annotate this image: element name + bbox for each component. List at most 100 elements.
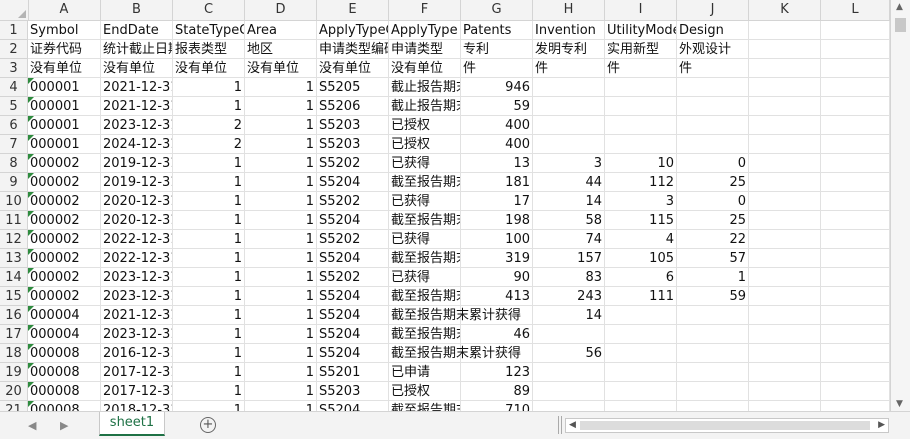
cell-f11[interactable]: 截至报告期末累计获得	[389, 211, 461, 230]
cell-c21[interactable]: 1	[173, 401, 245, 411]
cell-h19[interactable]	[533, 363, 605, 382]
cell-j6[interactable]	[677, 116, 749, 135]
row-header[interactable]: 19	[0, 363, 28, 382]
cell-l7[interactable]	[821, 135, 890, 154]
column-header-j[interactable]: J	[677, 0, 749, 20]
cell-h1[interactable]: Invention	[533, 21, 605, 40]
row-header[interactable]: 2	[0, 40, 28, 59]
cell-g6[interactable]: 400	[461, 116, 533, 135]
cell-i7[interactable]	[605, 135, 677, 154]
spreadsheet-grid[interactable]: ABCDEFGHIJKL 1 2 3 4 5 6 7 8 9 10 11 12 13 14 15 16 17 18…	[0, 0, 890, 411]
cell-j10[interactable]: 0	[677, 192, 749, 211]
cell-l14[interactable]	[821, 268, 890, 287]
cell-e9[interactable]: S5204	[317, 173, 389, 192]
cell-f18[interactable]: 截至报告期末累计获得	[389, 344, 521, 363]
cell-a21[interactable]: 000008	[28, 401, 101, 411]
cell-j20[interactable]	[677, 382, 749, 401]
cell-k10[interactable]	[749, 192, 821, 211]
cell-h8[interactable]: 3	[533, 154, 605, 173]
cell-h11[interactable]: 58	[533, 211, 605, 230]
cell-i12[interactable]: 4	[605, 230, 677, 249]
row-header[interactable]: 11	[0, 211, 28, 230]
cell-b12[interactable]: 2022-12-31	[101, 230, 173, 249]
cell-g7[interactable]: 400	[461, 135, 533, 154]
cell-j16[interactable]	[677, 306, 749, 325]
cell-j17[interactable]	[677, 325, 749, 344]
cell-c8[interactable]: 1	[173, 154, 245, 173]
cell-h6[interactable]	[533, 116, 605, 135]
cell-g4[interactable]: 946	[461, 78, 533, 97]
cell-a3[interactable]: 没有单位	[28, 59, 101, 78]
cell-c4[interactable]: 1	[173, 78, 245, 97]
cell-f14[interactable]: 已获得	[389, 268, 461, 287]
cell-k13[interactable]	[749, 249, 821, 268]
cell-e13[interactable]: S5204	[317, 249, 389, 268]
row-header[interactable]: 13	[0, 249, 28, 268]
cell-c17[interactable]: 1	[173, 325, 245, 344]
cell-h13[interactable]: 157	[533, 249, 605, 268]
cell-i10[interactable]: 3	[605, 192, 677, 211]
cell-e15[interactable]: S5204	[317, 287, 389, 306]
cell-d4[interactable]: 1	[245, 78, 317, 97]
horizontal-scroll-thumb[interactable]	[580, 421, 870, 430]
cell-e1[interactable]: ApplyTypeCode	[317, 21, 389, 40]
cell-k16[interactable]	[749, 306, 821, 325]
cell-l16[interactable]	[821, 306, 890, 325]
cell-j9[interactable]: 25	[677, 173, 749, 192]
cell-j4[interactable]	[677, 78, 749, 97]
cell-d5[interactable]: 1	[245, 97, 317, 116]
cell-d10[interactable]: 1	[245, 192, 317, 211]
cell-d16[interactable]: 1	[245, 306, 317, 325]
column-header-a[interactable]: A	[28, 0, 101, 20]
cell-g21[interactable]: 710	[461, 401, 533, 411]
cell-i18[interactable]	[605, 344, 677, 363]
cell-e18[interactable]: S5204	[317, 344, 389, 363]
cell-f20[interactable]: 已授权	[389, 382, 461, 401]
cell-a12[interactable]: 000002	[28, 230, 101, 249]
cell-a17[interactable]: 000004	[28, 325, 101, 344]
cell-f10[interactable]: 已获得	[389, 192, 461, 211]
cell-f5[interactable]: 截止报告期末累计获得	[389, 97, 461, 116]
row-header[interactable]: 10	[0, 192, 28, 211]
cell-f8[interactable]: 已获得	[389, 154, 461, 173]
cell-b5[interactable]: 2021-12-31	[101, 97, 173, 116]
cell-l15[interactable]	[821, 287, 890, 306]
cell-l5[interactable]	[821, 97, 890, 116]
row-header[interactable]: 16	[0, 306, 28, 325]
cell-f3[interactable]: 没有单位	[389, 59, 461, 78]
next-sheet-icon[interactable]: ▶	[60, 419, 68, 432]
cell-e16[interactable]: S5204	[317, 306, 389, 325]
cell-k11[interactable]	[749, 211, 821, 230]
column-header-i[interactable]: I	[605, 0, 677, 20]
cell-d15[interactable]: 1	[245, 287, 317, 306]
column-header-g[interactable]: G	[461, 0, 533, 20]
cell-i3[interactable]: 件	[605, 59, 677, 78]
cell-j21[interactable]	[677, 401, 749, 411]
cell-i5[interactable]	[605, 97, 677, 116]
row-header[interactable]: 8	[0, 154, 28, 173]
cell-k1[interactable]	[749, 21, 821, 40]
row-header[interactable]: 5	[0, 97, 28, 116]
cell-d12[interactable]: 1	[245, 230, 317, 249]
horizontal-scrollbar[interactable]: ◀ ▶	[565, 418, 889, 433]
cell-d17[interactable]: 1	[245, 325, 317, 344]
cell-f13[interactable]: 截至报告期末累计获得	[389, 249, 461, 268]
cell-e11[interactable]: S5204	[317, 211, 389, 230]
cell-k12[interactable]	[749, 230, 821, 249]
cell-e19[interactable]: S5201	[317, 363, 389, 382]
row-header[interactable]: 20	[0, 382, 28, 401]
cell-i2[interactable]: 实用新型	[605, 40, 677, 59]
cell-l8[interactable]	[821, 154, 890, 173]
row-header[interactable]: 6	[0, 116, 28, 135]
cell-l17[interactable]	[821, 325, 890, 344]
row-header[interactable]: 3	[0, 59, 28, 78]
cell-j3[interactable]: 件	[677, 59, 749, 78]
cell-d8[interactable]: 1	[245, 154, 317, 173]
cell-b2[interactable]: 统计截止日期	[101, 40, 173, 59]
cell-a2[interactable]: 证券代码	[28, 40, 101, 59]
cell-f7[interactable]: 已授权	[389, 135, 461, 154]
cell-k8[interactable]	[749, 154, 821, 173]
cell-b18[interactable]: 2016-12-31	[101, 344, 173, 363]
cell-a7[interactable]: 000001	[28, 135, 101, 154]
column-header-f[interactable]: F	[389, 0, 461, 20]
